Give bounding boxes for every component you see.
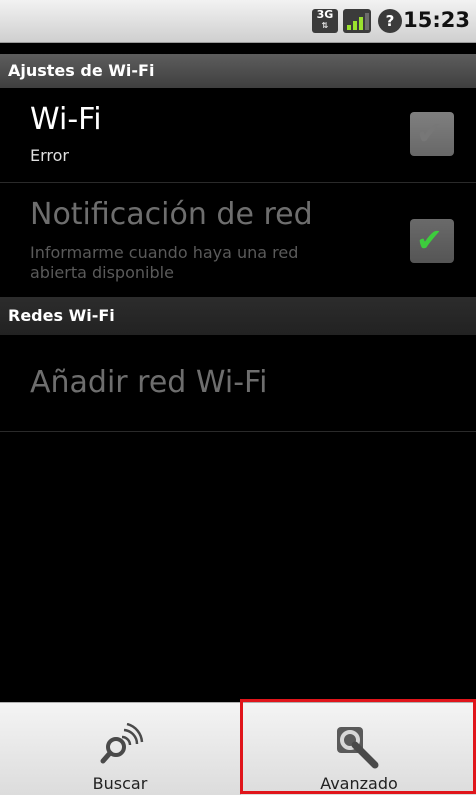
3g-data-icon: 3G ⇅	[312, 9, 338, 33]
network-notification-summary-line2: abierta disponible	[30, 263, 174, 282]
menu-item-buscar[interactable]: Buscar	[0, 703, 240, 795]
network-notification-title: Notificación de red	[30, 197, 313, 232]
checkmark-icon: ✔	[416, 114, 443, 152]
battery-unknown-icon: ?	[378, 9, 402, 33]
network-notification-checkbox[interactable]: ✔	[410, 219, 454, 263]
data-activity-icon: ⇅	[321, 21, 329, 30]
wifi-title: Wi-Fi	[30, 102, 102, 137]
checkmark-icon: ✔	[416, 221, 443, 259]
signal-strength-icon	[343, 9, 371, 33]
network-notification-row[interactable]: Notificación de red Informarme cuando ha…	[0, 183, 476, 297]
add-wifi-network-row[interactable]: Añadir red Wi-Fi	[0, 335, 476, 431]
wifi-networks-header: Redes Wi-Fi	[0, 297, 476, 335]
network-notification-summary-line1: Informarme cuando haya una red	[30, 243, 299, 262]
search-wifi-icon	[100, 723, 144, 764]
add-wifi-network-label: Añadir red Wi-Fi	[30, 365, 268, 400]
highlight-box	[240, 699, 476, 794]
wifi-toggle-row[interactable]: Wi-Fi Error ✔	[0, 88, 476, 182]
network-type-label: 3G	[316, 8, 334, 21]
wifi-settings-header: Ajustes de Wi-Fi	[0, 54, 476, 88]
wifi-summary: Error	[30, 146, 69, 165]
wifi-checkbox[interactable]: ✔	[410, 112, 454, 156]
status-bar: 3G ⇅ ? 15:23	[0, 0, 476, 43]
divider	[0, 431, 476, 432]
menu-item-label: Buscar	[92, 774, 148, 793]
clock: 15:23	[403, 8, 470, 32]
